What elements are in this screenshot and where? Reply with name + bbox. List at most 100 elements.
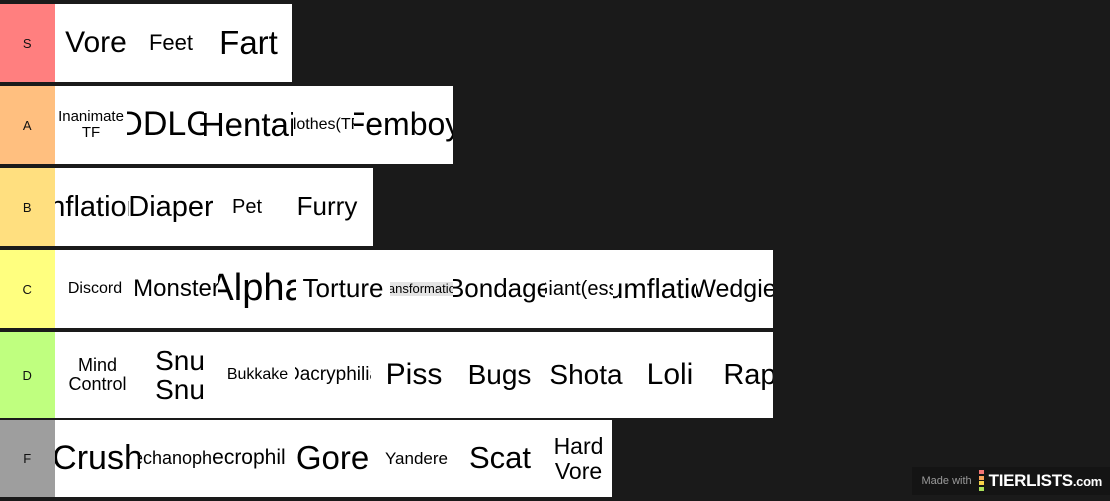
tier-item-label: Torture bbox=[302, 273, 384, 304]
tier-label-s[interactable]: S bbox=[0, 4, 55, 82]
tier-list: S Vore Feet Fart AInanimate TFDDLGHentaiClot… bbox=[0, 0, 1110, 501]
tier-item-label: Hard Vore bbox=[553, 433, 604, 484]
logo-bar bbox=[978, 475, 984, 480]
tier-item-label: Crush bbox=[55, 438, 140, 477]
tier-item[interactable]: DDLG bbox=[127, 86, 204, 164]
tier-item-label: Pet bbox=[231, 195, 263, 218]
tier-item[interactable]: Furry bbox=[281, 168, 373, 246]
tier-item[interactable]: Mind Control bbox=[55, 332, 140, 418]
tier-item[interactable]: Inanimate TF bbox=[55, 86, 127, 164]
tier-item-label: Cumflation bbox=[613, 273, 696, 305]
tier-item[interactable]: Rape bbox=[710, 332, 773, 418]
tier-row-a: AInanimate TFDDLGHentaiClothes(TF)Femboy bbox=[0, 86, 1110, 164]
watermark[interactable]: Made with TIERLISTS.com bbox=[911, 467, 1110, 495]
tier-item-label: Monster bbox=[135, 275, 218, 303]
tier-item[interactable]: Scat bbox=[455, 420, 545, 497]
tier-row-b: BInflationDiaper Pet Furry bbox=[0, 168, 1110, 246]
tier-item-label: Mind Control bbox=[68, 355, 127, 394]
tier-label-b[interactable]: B bbox=[0, 168, 55, 246]
tier-item-label: Gore bbox=[295, 439, 370, 477]
tier-item[interactable]: Discord bbox=[55, 250, 135, 328]
watermark-made-with-label: Made with bbox=[921, 475, 972, 487]
watermark-brand-tld: .com bbox=[1072, 474, 1102, 489]
tier-item[interactable]: Pet bbox=[213, 168, 281, 246]
tier-item[interactable]: Femboy bbox=[354, 86, 453, 164]
tier-item-label: Discord bbox=[67, 279, 123, 297]
tier-item[interactable]: Monster bbox=[135, 250, 218, 328]
tier-item-label: Hentai bbox=[204, 105, 293, 143]
tier-item[interactable]: Vore bbox=[55, 4, 137, 82]
tier-label-c[interactable]: C bbox=[0, 250, 55, 328]
tier-item[interactable]: Giant(ess) bbox=[545, 250, 613, 328]
tier-item[interactable]: Inflation bbox=[55, 168, 129, 246]
tier-item[interactable]: Dacryphilia bbox=[295, 332, 371, 418]
tier-row-d: D Mind Control Snu Snu Bukkake Dacryphilia Pi… bbox=[0, 332, 1110, 418]
tier-items-a: Inanimate TFDDLGHentaiClothes(TF)Femboy bbox=[55, 86, 453, 164]
tier-item[interactable]: Fart bbox=[205, 4, 292, 82]
tier-item[interactable]: Hard Vore bbox=[545, 420, 612, 497]
tier-row-c: C Discord MonsterAlphaTorture transformatio… bbox=[0, 250, 1110, 328]
tier-item-label: Yandere bbox=[384, 448, 448, 468]
tier-item-label: Femboy bbox=[354, 106, 453, 143]
tier-item[interactable]: Shota bbox=[542, 332, 630, 418]
tier-item-label: DDLG bbox=[127, 105, 204, 144]
tier-items-b: InflationDiaper Pet Furry bbox=[55, 168, 373, 246]
tier-item[interactable]: Feet bbox=[137, 4, 205, 82]
tier-item[interactable]: Bondage bbox=[453, 250, 545, 328]
tier-item-label: Diaper bbox=[129, 190, 213, 223]
tier-item-label: Rape bbox=[723, 358, 773, 391]
logo-bar bbox=[978, 470, 984, 474]
watermark-brand: TIERLISTS.com bbox=[988, 471, 1103, 491]
tier-item[interactable]: transformation bbox=[390, 250, 453, 328]
tier-item-label: Vore bbox=[65, 26, 127, 60]
tier-item-label: Loli bbox=[646, 358, 694, 392]
tier-item[interactable]: Hentai bbox=[204, 86, 293, 164]
tier-item[interactable]: Crush bbox=[55, 420, 140, 497]
tier-item-label: Necrophilia bbox=[212, 446, 287, 470]
tier-item[interactable]: Yandere bbox=[378, 420, 455, 497]
tier-item-label: Alpha bbox=[218, 267, 296, 310]
tier-item[interactable]: Piss bbox=[371, 332, 457, 418]
tier-items-d: Mind Control Snu Snu Bukkake Dacryphilia Pis… bbox=[55, 332, 773, 418]
tier-item-label: Inanimate TF bbox=[58, 108, 124, 141]
tier-label-f[interactable]: F bbox=[0, 420, 55, 497]
tier-item-label: Bondage bbox=[453, 273, 545, 304]
tier-item[interactable]: Torture bbox=[296, 250, 390, 328]
tier-item-label: Scat bbox=[468, 440, 532, 476]
tier-item[interactable]: Wedgie bbox=[696, 250, 773, 328]
logo-bar bbox=[978, 486, 984, 491]
tier-row-s: S Vore Feet Fart bbox=[0, 4, 1110, 82]
tier-item[interactable]: Bugs bbox=[457, 332, 542, 418]
tier-item-label: Bukkake bbox=[226, 365, 289, 383]
tier-item[interactable]: Mechanophilia bbox=[140, 420, 212, 497]
tier-items-c: Discord MonsterAlphaTorture transformation… bbox=[55, 250, 773, 328]
tier-item-label: transformation bbox=[390, 282, 453, 296]
tier-item-label: Feet bbox=[148, 30, 194, 56]
tier-item-label: Bugs bbox=[467, 359, 532, 391]
tier-label-d[interactable]: D bbox=[0, 332, 55, 418]
watermark-brand-name: TIERLISTS bbox=[988, 471, 1074, 490]
tier-items-s: Vore Feet Fart bbox=[55, 4, 292, 82]
tier-items-f: CrushMechanophiliaNecrophilia Gore Yandere… bbox=[55, 420, 612, 497]
tier-item[interactable]: Loli bbox=[630, 332, 710, 418]
tier-item-label: Inflation bbox=[55, 190, 129, 223]
tier-item-label: Shota bbox=[549, 359, 623, 391]
tier-item[interactable]: Cumflation bbox=[613, 250, 696, 328]
tier-item-label: Giant(ess) bbox=[545, 277, 613, 300]
tier-item[interactable]: Necrophilia bbox=[212, 420, 287, 497]
tier-item-label: Piss bbox=[385, 358, 443, 392]
tier-item-label: Wedgie bbox=[696, 274, 773, 303]
tier-label-a[interactable]: A bbox=[0, 86, 55, 164]
tierlists-logo-icon bbox=[978, 470, 984, 492]
tier-item-label: Fart bbox=[219, 23, 278, 61]
logo-bar bbox=[978, 481, 984, 485]
tier-item[interactable]: Bukkake bbox=[220, 332, 295, 418]
tier-item-label: Mechanophilia bbox=[140, 448, 212, 469]
tier-item-label: Furry bbox=[296, 191, 358, 222]
tier-item[interactable]: Snu Snu bbox=[140, 332, 220, 418]
tier-item[interactable]: Gore bbox=[287, 420, 378, 497]
tier-item[interactable]: Diaper bbox=[129, 168, 213, 246]
tier-item[interactable]: Clothes(TF) bbox=[293, 86, 354, 164]
tier-item-label: Snu Snu bbox=[155, 344, 205, 405]
tier-item[interactable]: Alpha bbox=[218, 250, 296, 328]
